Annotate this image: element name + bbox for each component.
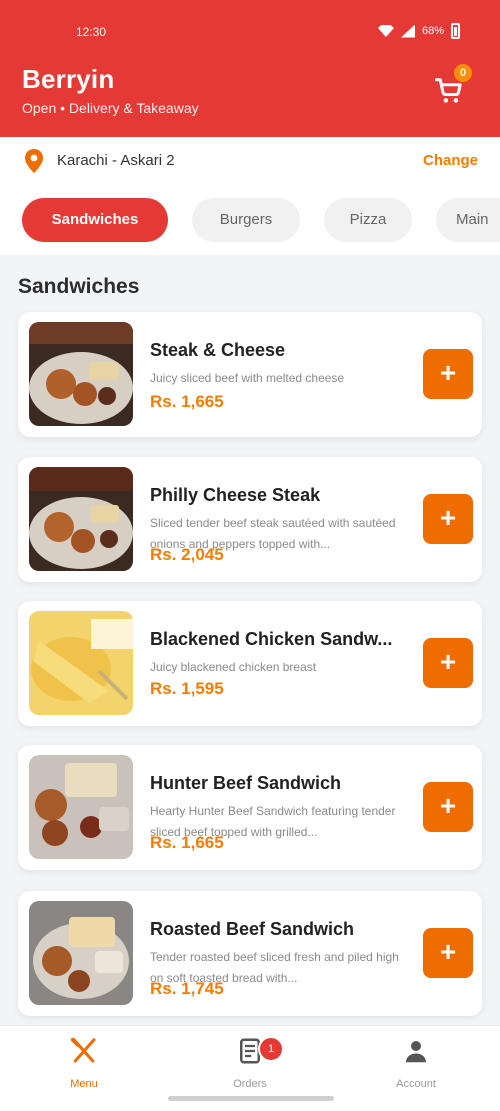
add-to-cart-button[interactable]: + (423, 638, 473, 688)
section-title: Sandwiches (18, 275, 140, 298)
fork-knife-icon (70, 1037, 96, 1063)
orders-count-badge: 1 (258, 1036, 284, 1062)
add-to-cart-button[interactable]: + (423, 349, 473, 399)
nav-menu-label: Menu (70, 1078, 98, 1090)
menu-item-card[interactable]: Philly Cheese Steak Sliced tender beef s… (18, 457, 482, 582)
add-to-cart-button[interactable]: + (423, 494, 473, 544)
tab-main[interactable]: Main (436, 198, 500, 242)
item-price: Rs. 1,595 (150, 679, 224, 698)
location-bar: Karachi - Askari 2 Change (0, 137, 500, 185)
status-bar: 12:30 68% (0, 18, 500, 48)
nav-orders-label: Orders (233, 1078, 267, 1090)
item-image (29, 611, 133, 715)
item-image (29, 322, 133, 426)
change-location-link[interactable]: Change (423, 152, 478, 169)
item-name: Hunter Beef Sandwich (150, 773, 342, 793)
menu-item-card[interactable]: Blackened Chicken Sandw... Juicy blacken… (18, 601, 482, 726)
tab-pizza[interactable]: Pizza (324, 198, 412, 242)
item-image (29, 901, 133, 1005)
status-icons: 68% (377, 23, 460, 39)
item-name: Steak & Cheese (150, 340, 286, 360)
add-to-cart-button[interactable]: + (423, 928, 473, 978)
wifi-icon (377, 25, 394, 37)
category-tabs: Sandwiches Burgers Pizza Main (0, 185, 500, 255)
tab-sandwiches[interactable]: Sandwiches (22, 198, 168, 242)
menu-item-card[interactable]: Roasted Beef Sandwich Tender roasted bee… (18, 891, 482, 1016)
tab-burgers[interactable]: Burgers (192, 198, 300, 242)
item-name: Blackened Chicken Sandw... (150, 629, 393, 649)
battery-percent: 68% (421, 25, 444, 37)
menu-item-card[interactable]: Hunter Beef Sandwich Hearty Hunter Beef … (18, 745, 482, 870)
nav-account[interactable]: Account (356, 1036, 476, 1096)
item-name: Philly Cheese Steak (150, 485, 321, 505)
cart-button[interactable]: 0 (432, 64, 472, 108)
item-description: Juicy sliced beef with melted cheese (150, 371, 345, 385)
location-pin-icon (25, 149, 43, 173)
user-icon (406, 1041, 426, 1063)
nav-orders[interactable]: 1 Orders (190, 1036, 310, 1096)
item-image (29, 755, 133, 859)
cart-count-badge: 0 (454, 64, 472, 82)
restaurant-title: Berryin (22, 64, 115, 94)
item-price: Rs. 1,665 (150, 833, 224, 852)
item-description: Juicy blackened chicken breast (150, 660, 317, 674)
item-image (29, 467, 133, 571)
add-to-cart-button[interactable]: + (423, 782, 473, 832)
location-address: Karachi - Askari 2 (57, 152, 175, 169)
nav-menu[interactable]: Menu (24, 1036, 144, 1096)
signal-icon (400, 24, 415, 38)
status-time: 12:30 (76, 25, 107, 39)
home-indicator (168, 1096, 334, 1101)
item-price: Rs. 1,665 (150, 392, 224, 411)
item-name: Roasted Beef Sandwich (150, 919, 355, 939)
menu-item-card[interactable]: Steak & Cheese Juicy sliced beef with me… (18, 312, 482, 437)
item-price: Rs. 2,045 (150, 545, 224, 564)
nav-account-label: Account (396, 1078, 436, 1090)
battery-icon (451, 23, 460, 39)
app-header: 12:30 68% Berryin Open • Delivery & Take… (0, 0, 500, 137)
app-root: 12:30 68% Berryin Open • Delivery & Take… (0, 0, 500, 1111)
restaurant-subtitle: Open • Delivery & Takeaway (22, 100, 199, 116)
item-price: Rs. 1,745 (150, 979, 224, 998)
